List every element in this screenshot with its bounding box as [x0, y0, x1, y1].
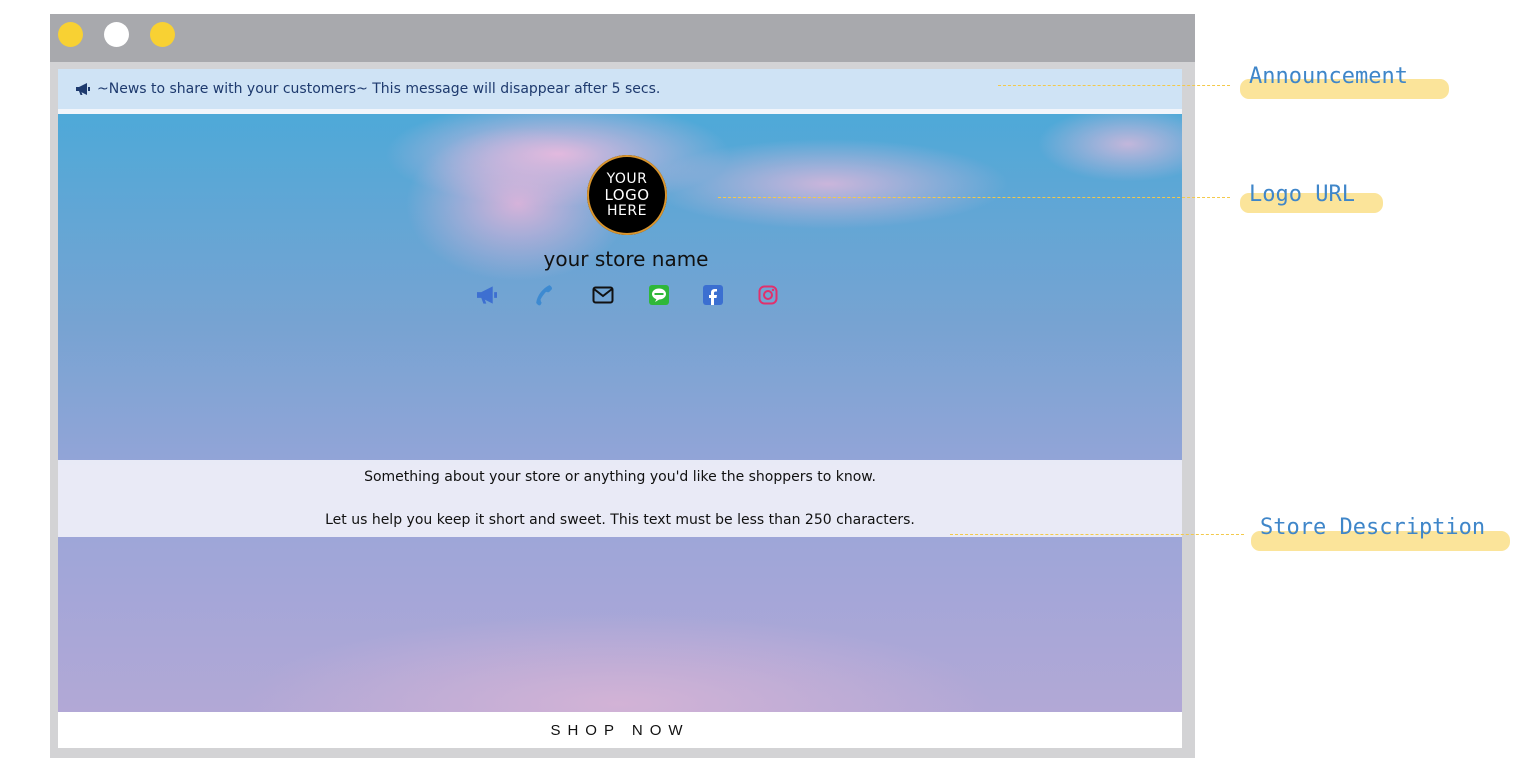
store-page-preview: ~News to share with your customers~ This… — [58, 69, 1182, 748]
store-description-leader-line — [950, 534, 1244, 535]
window-dot-white[interactable] — [104, 22, 129, 47]
mail-icon — [592, 286, 614, 309]
logo-url-annotation: Logo URL — [1249, 182, 1355, 207]
facebook-icon — [703, 284, 723, 310]
social-mail-link[interactable] — [592, 286, 614, 308]
logo-line-3: HERE — [607, 203, 647, 219]
store-description: Something about your store or anything y… — [58, 460, 1182, 537]
social-instagram-link[interactable] — [757, 285, 779, 310]
store-description-line-1: Something about your store or anything y… — [364, 469, 876, 485]
social-facebook-link[interactable] — [702, 284, 724, 310]
store-description-annotation: Store Description — [1260, 515, 1486, 540]
instagram-icon — [758, 285, 778, 310]
logo-line-1: YOUR — [606, 171, 648, 187]
store-name: your store name — [543, 247, 709, 271]
social-line-link[interactable] — [648, 284, 670, 310]
window-dot-yellow-2[interactable] — [150, 22, 175, 47]
browser-window: ~News to share with your customers~ This… — [50, 14, 1195, 758]
hero-background: YOUR LOGO HERE your store name — [58, 114, 1182, 712]
announcement-leader-line — [998, 85, 1230, 86]
store-description-line-2: Let us help you keep it short and sweet.… — [325, 512, 915, 528]
store-logo[interactable]: YOUR LOGO HERE — [587, 155, 667, 235]
line-icon — [649, 284, 669, 310]
megaphone-icon — [475, 285, 499, 310]
window-titlebar — [50, 14, 1195, 62]
announcement-bar: ~News to share with your customers~ This… — [58, 69, 1182, 109]
social-phone-link[interactable] — [534, 284, 556, 311]
social-megaphone-link[interactable] — [475, 285, 499, 310]
logo-line-2: LOGO — [604, 186, 650, 204]
phone-icon — [534, 284, 556, 311]
announcement-annotation: Announcement — [1249, 64, 1408, 89]
megaphone-icon — [75, 82, 91, 96]
logo-url-leader-line — [718, 197, 1230, 198]
announcement-text: ~News to share with your customers~ This… — [97, 81, 661, 97]
window-dot-yellow-1[interactable] — [58, 22, 83, 47]
shop-now-button[interactable]: SHOP NOW — [58, 712, 1182, 748]
